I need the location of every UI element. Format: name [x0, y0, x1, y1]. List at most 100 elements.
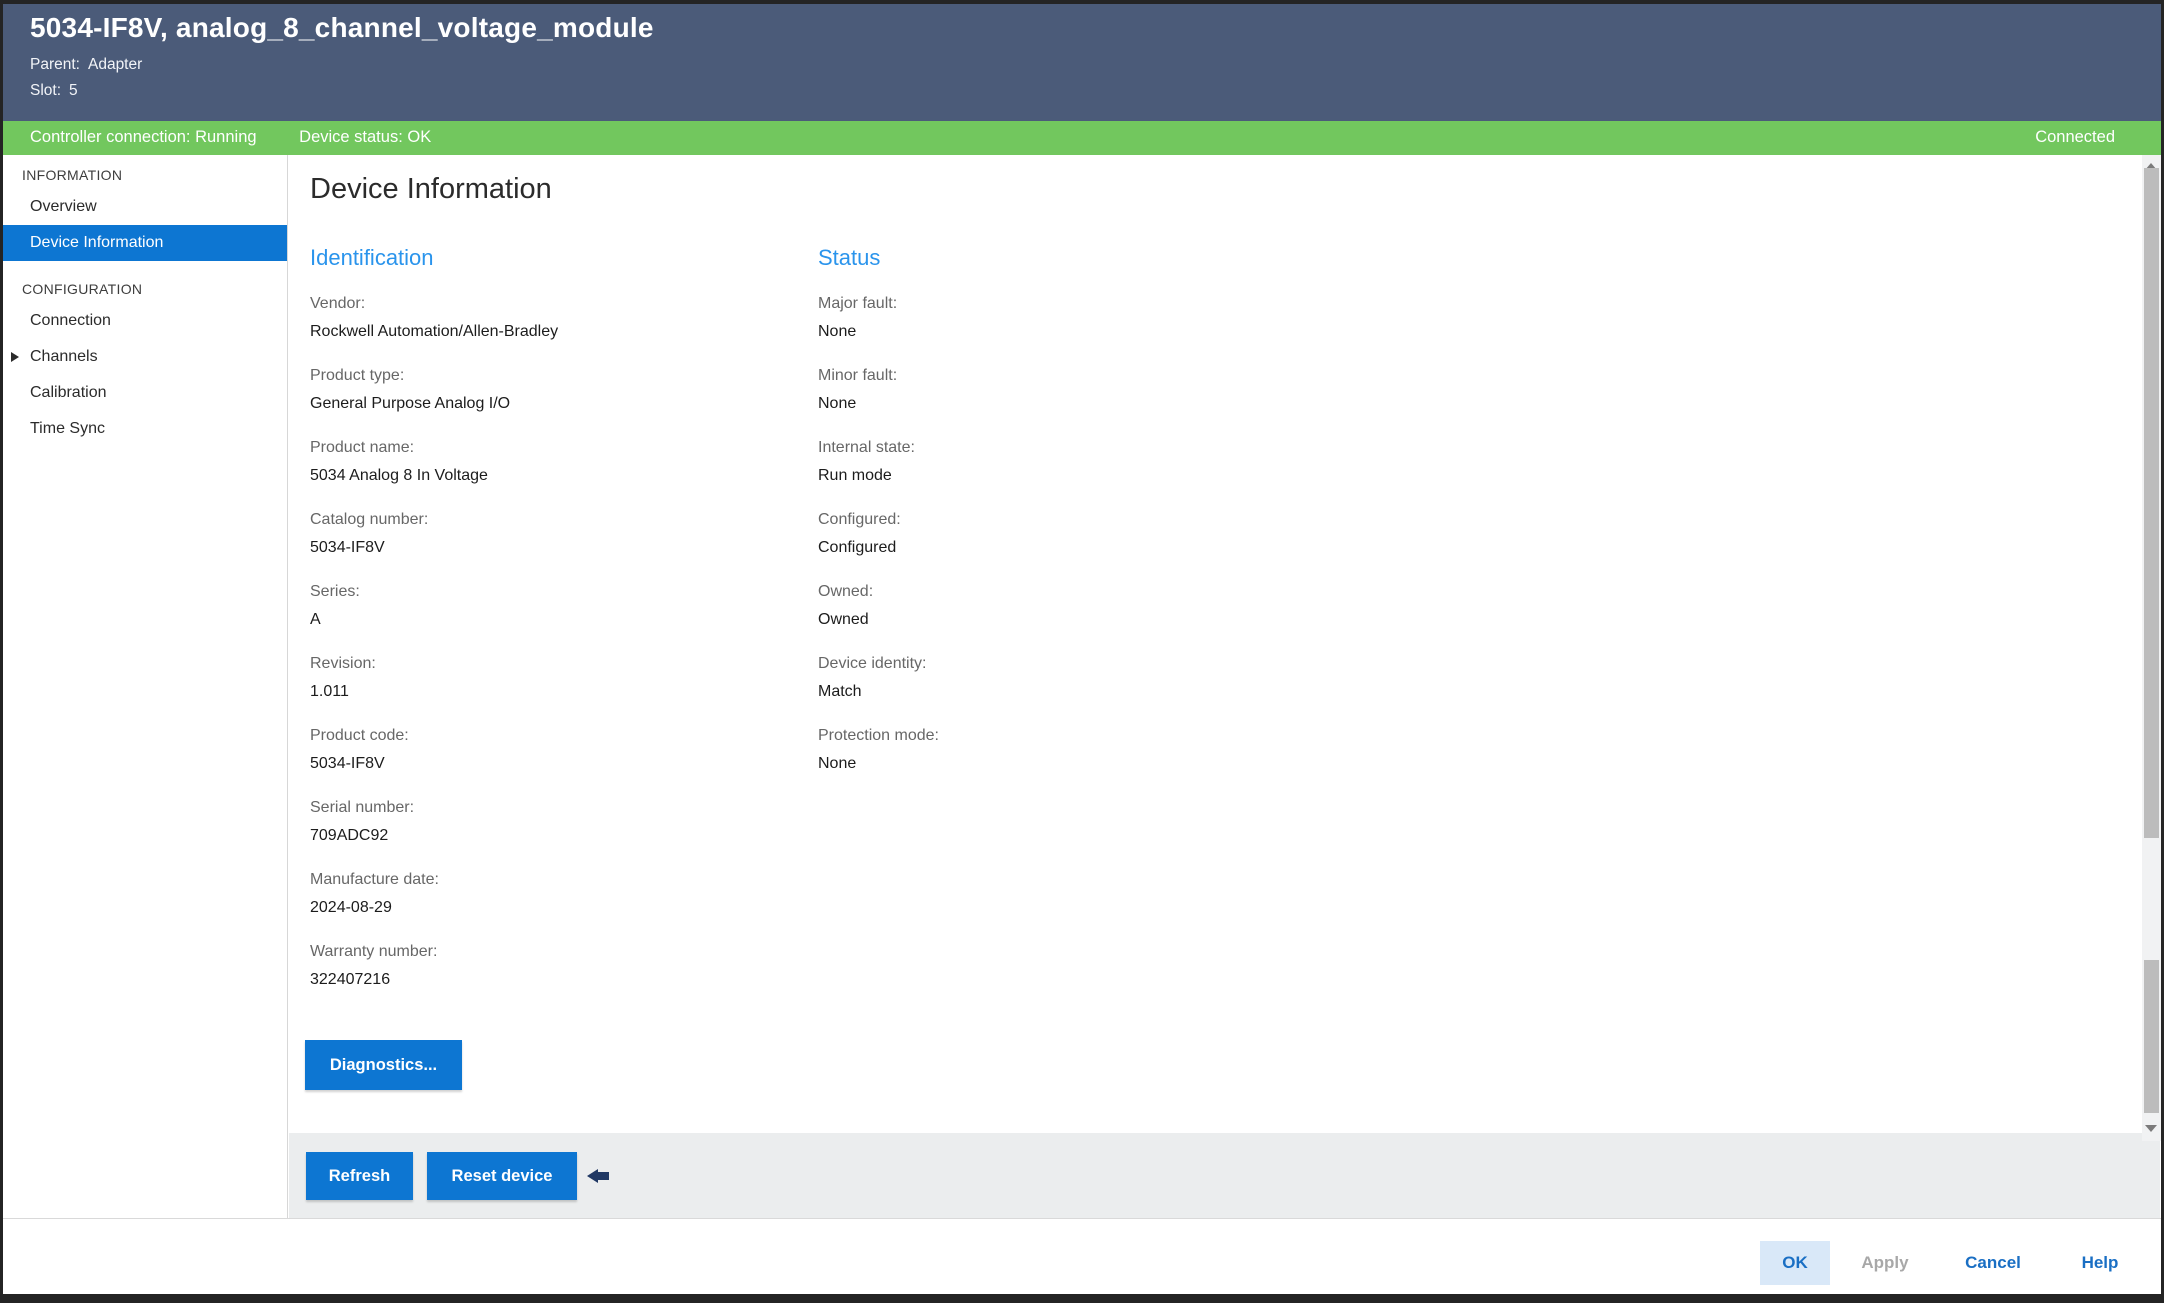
field-value: 2024-08-29	[310, 899, 392, 916]
field-value: 709ADC92	[310, 827, 389, 844]
field-label: Major fault:	[818, 295, 898, 312]
field-owned: Owned: Owned	[818, 581, 1288, 631]
slot-label: Slot:	[30, 82, 62, 99]
identification-heading: Identification	[310, 245, 434, 270]
dialog-footer: OK Apply Cancel Help	[0, 1218, 2164, 1295]
field-major-fault: Major fault: None	[818, 293, 1288, 343]
field-label: Product type:	[310, 367, 405, 384]
field-value: None	[818, 395, 857, 412]
page-title: Device Information	[310, 173, 552, 205]
field-internal-state: Internal state: Run mode	[818, 437, 1288, 487]
expand-arrow-icon[interactable]	[11, 352, 19, 362]
window-border-left	[0, 0, 3, 1303]
scroll-down-icon[interactable]	[2145, 1125, 2157, 1132]
field-warranty-number: Warranty number: 322407216	[310, 941, 780, 991]
device-title: 5034-IF8V, analog_8_channel_voltage_modu…	[30, 12, 654, 43]
field-label: Series:	[310, 583, 360, 600]
device-status: Device status: OK	[299, 128, 432, 146]
field-series: Series: A	[310, 581, 780, 631]
field-value: A	[310, 611, 321, 628]
field-label: Manufacture date:	[310, 871, 439, 888]
apply-button[interactable]: Apply	[1852, 1241, 1918, 1285]
field-product-name: Product name: 5034 Analog 8 In Voltage	[310, 437, 780, 487]
field-label: Warranty number:	[310, 943, 438, 960]
field-label: Revision:	[310, 655, 376, 672]
sidebar-item-label: Time Sync	[30, 420, 105, 437]
field-catalog-number: Catalog number: 5034-IF8V	[310, 509, 780, 559]
sidebar-item-connection[interactable]: Connection	[0, 303, 287, 339]
sidebar-section-configuration: CONFIGURATION	[22, 281, 143, 297]
diagnostics-button[interactable]: Diagnostics...	[305, 1040, 462, 1090]
scrollbar-thumb[interactable]	[2144, 168, 2159, 838]
field-value: None	[818, 755, 857, 772]
sidebar: INFORMATION Overview Device Information …	[0, 155, 288, 1218]
field-value: Rockwell Automation/Allen-Bradley	[310, 323, 559, 340]
window-border-bottom	[0, 1294, 2164, 1303]
device-information-panel: Device Information Identification Vendor…	[289, 155, 2142, 1133]
sidebar-item-label: Device Information	[30, 234, 164, 251]
scrollbar-thumb-secondary[interactable]	[2144, 960, 2159, 1113]
field-value: None	[818, 323, 857, 340]
status-bar-left: Controller connection: Running Device st…	[30, 128, 469, 147]
field-configured: Configured: Configured	[818, 509, 1288, 559]
field-device-identity: Device identity: Match	[818, 653, 1288, 703]
field-label: Internal state:	[818, 439, 915, 456]
field-label: Minor fault:	[818, 367, 898, 384]
sidebar-item-label: Calibration	[30, 384, 107, 401]
sidebar-item-label: Channels	[30, 348, 98, 365]
action-strip: Refresh Reset device	[289, 1133, 2160, 1218]
field-value: 5034-IF8V	[310, 539, 385, 556]
parent-line: Parent: Adapter	[30, 56, 142, 74]
field-label: Serial number:	[310, 799, 415, 816]
field-vendor: Vendor: Rockwell Automation/Allen-Bradle…	[310, 293, 780, 343]
reset-device-button[interactable]: Reset device	[427, 1152, 577, 1200]
refresh-button[interactable]: Refresh	[306, 1152, 413, 1200]
sidebar-item-channels[interactable]: Channels	[0, 339, 287, 375]
field-value: Match	[818, 683, 862, 700]
field-label: Owned:	[818, 583, 874, 600]
sidebar-item-overview[interactable]: Overview	[0, 189, 287, 225]
field-label: Product code:	[310, 727, 409, 744]
field-value: 322407216	[310, 971, 391, 988]
left-arrow-shaft	[597, 1172, 609, 1180]
field-protection-mode: Protection mode: None	[818, 725, 1288, 775]
vertical-scrollbar[interactable]	[2142, 155, 2161, 1141]
field-label: Protection mode:	[818, 727, 939, 744]
sidebar-section-information: INFORMATION	[22, 167, 123, 183]
field-value: 5034 Analog 8 In Voltage	[310, 467, 488, 484]
field-value: Configured	[818, 539, 897, 556]
connected-badge: Connected	[2035, 128, 2115, 146]
field-value: General Purpose Analog I/O	[310, 395, 511, 412]
help-button[interactable]: Help	[2072, 1241, 2128, 1285]
slot-line: Slot: 5	[30, 82, 78, 100]
sidebar-item-time-sync[interactable]: Time Sync	[0, 411, 287, 447]
sidebar-item-calibration[interactable]: Calibration	[0, 375, 287, 411]
title-bar: 5034-IF8V, analog_8_channel_voltage_modu…	[0, 0, 2164, 121]
field-product-code: Product code: 5034-IF8V	[310, 725, 780, 775]
connection-status-bar: Controller connection: Running Device st…	[0, 121, 2164, 155]
field-revision: Revision: 1.011	[310, 653, 780, 703]
field-value: Run mode	[818, 467, 892, 484]
identification-section: Identification Vendor: Rockwell Automati…	[310, 243, 780, 1013]
field-label: Vendor:	[310, 295, 366, 312]
cancel-button[interactable]: Cancel	[1958, 1241, 2028, 1285]
field-value: Owned	[818, 611, 869, 628]
ok-button[interactable]: OK	[1760, 1241, 1830, 1285]
window-border-top	[0, 0, 2164, 4]
sidebar-item-device-information[interactable]: Device Information	[0, 225, 287, 261]
controller-connection-status: Controller connection: Running	[30, 128, 257, 146]
parent-value: Adapter	[87, 56, 143, 73]
sidebar-item-label: Overview	[30, 198, 97, 215]
field-product-type: Product type: General Purpose Analog I/O	[310, 365, 780, 415]
field-manufacture-date: Manufacture date: 2024-08-29	[310, 869, 780, 919]
left-arrow-icon	[587, 1169, 610, 1183]
status-section: Status Major fault: None Minor fault: No…	[818, 243, 1288, 797]
field-value: 5034-IF8V	[310, 755, 385, 772]
field-label: Device identity:	[818, 655, 927, 672]
sidebar-item-label: Connection	[30, 312, 111, 329]
field-value: 1.011	[310, 683, 349, 700]
field-serial-number: Serial number: 709ADC92	[310, 797, 780, 847]
field-label: Product name:	[310, 439, 415, 456]
slot-value: 5	[69, 82, 78, 99]
